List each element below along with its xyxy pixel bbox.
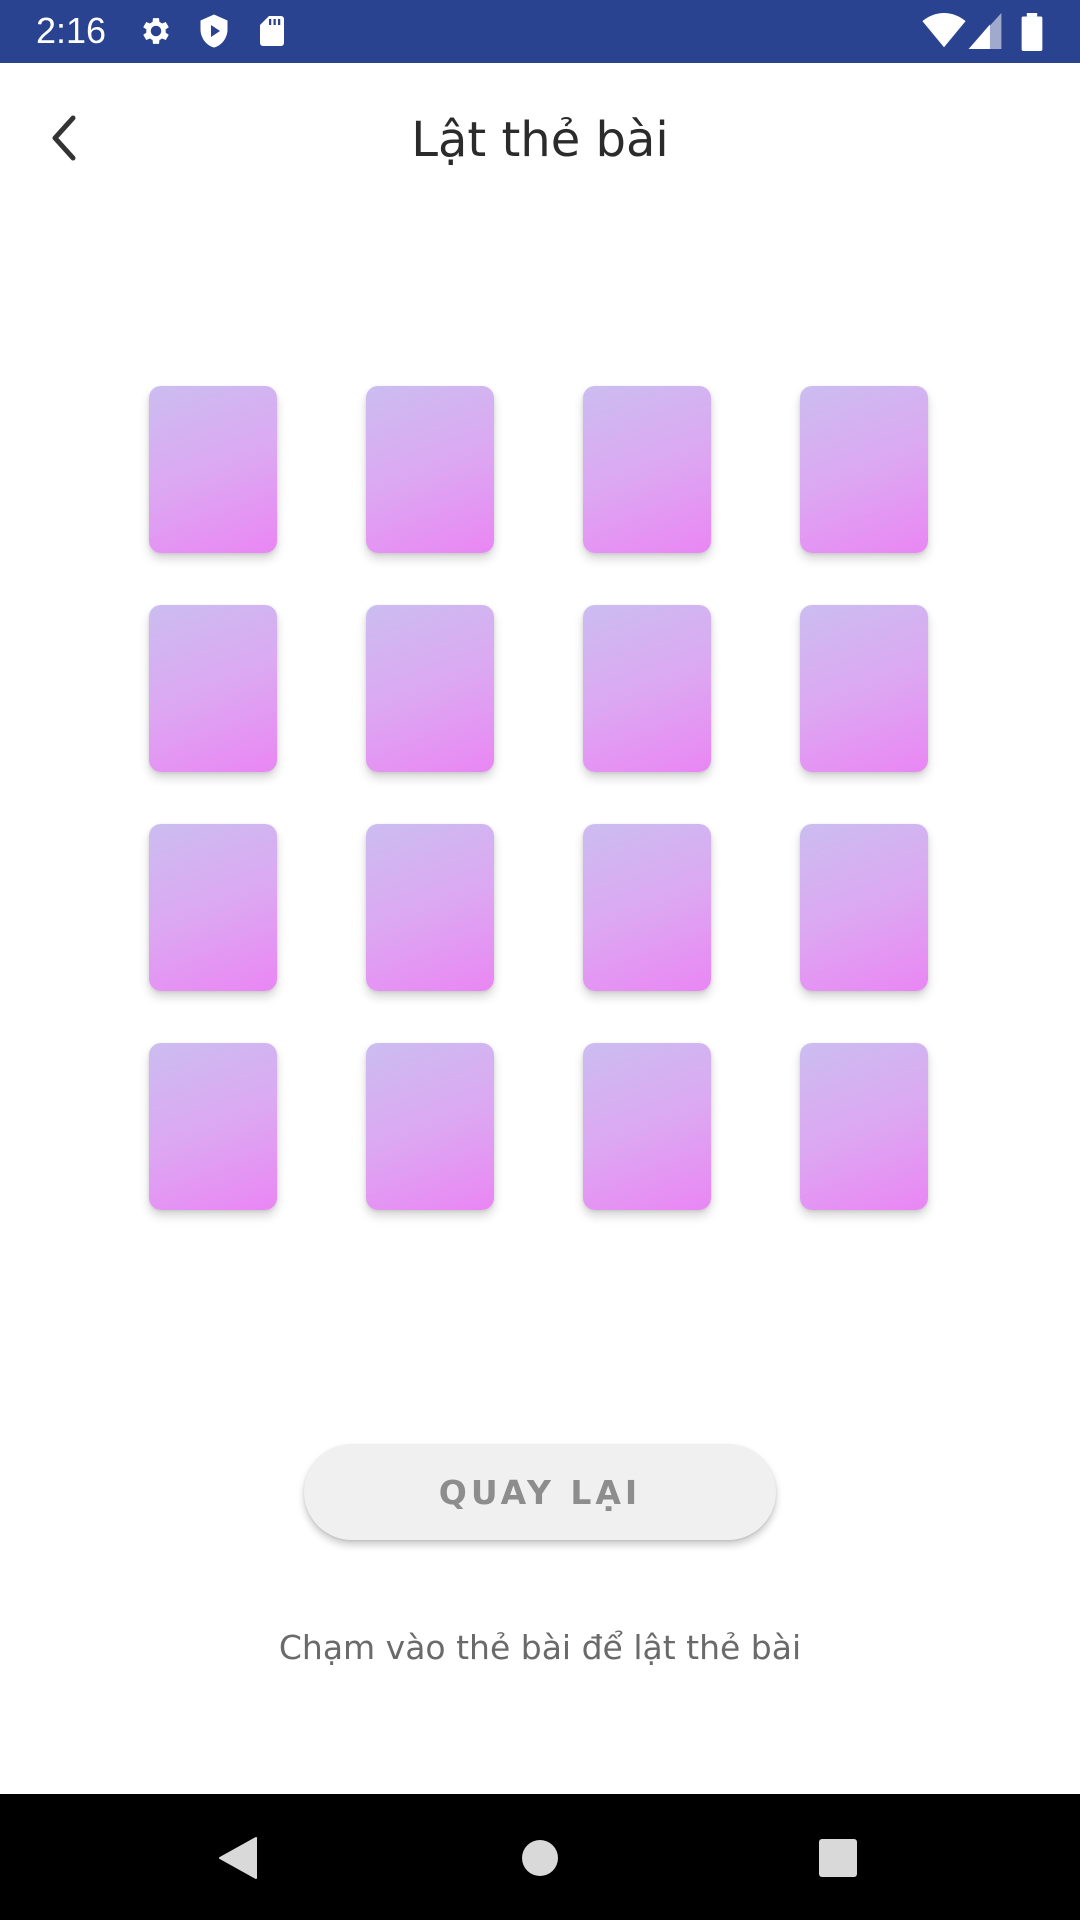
card-r4-c2[interactable] bbox=[366, 1043, 494, 1210]
card-r4-c1[interactable] bbox=[149, 1043, 277, 1210]
home-circle-icon bbox=[522, 1840, 558, 1876]
card-r4-c4[interactable] bbox=[800, 1043, 928, 1210]
card-r2-c1[interactable] bbox=[149, 605, 277, 772]
battery-icon bbox=[1018, 13, 1046, 52]
wifi-icon bbox=[922, 13, 966, 49]
return-button-label: QUAY LẠI bbox=[438, 1472, 642, 1512]
back-triangle-icon bbox=[219, 1837, 257, 1879]
card-r2-c2[interactable] bbox=[366, 605, 494, 772]
card-r1-c1[interactable] bbox=[149, 386, 277, 553]
nav-bar bbox=[0, 1794, 1080, 1920]
card-grid bbox=[149, 386, 929, 1210]
hint-text: Chạm vào thẻ bài để lật thẻ bài bbox=[278, 1628, 802, 1667]
nav-recents-button[interactable] bbox=[798, 1818, 878, 1898]
card-r1-c3[interactable] bbox=[583, 386, 711, 553]
nav-back-button[interactable] bbox=[198, 1818, 278, 1898]
card-r1-c4[interactable] bbox=[800, 386, 928, 553]
status-time: 2:16 bbox=[36, 10, 107, 51]
card-r3-c2[interactable] bbox=[366, 824, 494, 991]
card-r1-c2[interactable] bbox=[366, 386, 494, 553]
status-bar: 2:16 bbox=[0, 0, 1080, 63]
card-r3-c1[interactable] bbox=[149, 824, 277, 991]
page-title: Lật thẻ bài bbox=[411, 112, 669, 168]
gear-icon bbox=[138, 13, 174, 49]
recents-square-icon bbox=[819, 1839, 857, 1877]
nav-home-button[interactable] bbox=[500, 1818, 580, 1898]
return-button[interactable]: QUAY LẠI bbox=[304, 1444, 776, 1540]
signal-icon bbox=[968, 13, 1002, 49]
card-r4-c3[interactable] bbox=[583, 1043, 711, 1210]
card-r2-c3[interactable] bbox=[583, 605, 711, 772]
sd-card-icon bbox=[254, 13, 290, 49]
shield-icon bbox=[196, 13, 232, 49]
card-r3-c3[interactable] bbox=[583, 824, 711, 991]
card-r2-c4[interactable] bbox=[800, 605, 928, 772]
card-r3-c4[interactable] bbox=[800, 824, 928, 991]
